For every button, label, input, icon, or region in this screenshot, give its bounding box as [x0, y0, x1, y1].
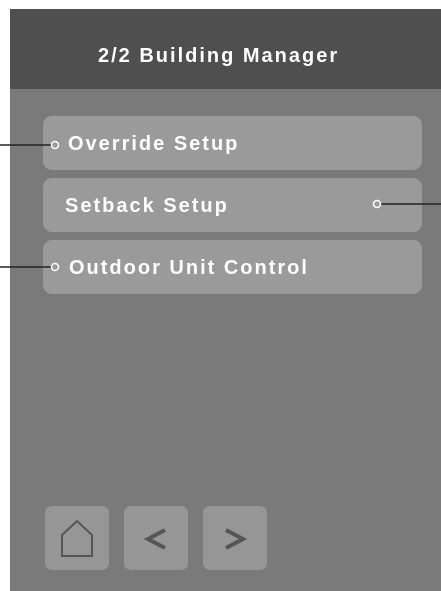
callout-setback: [372, 199, 441, 209]
callout-override: [0, 140, 60, 150]
callout-outdoor: [0, 262, 60, 272]
callout-lines: [0, 140, 441, 272]
